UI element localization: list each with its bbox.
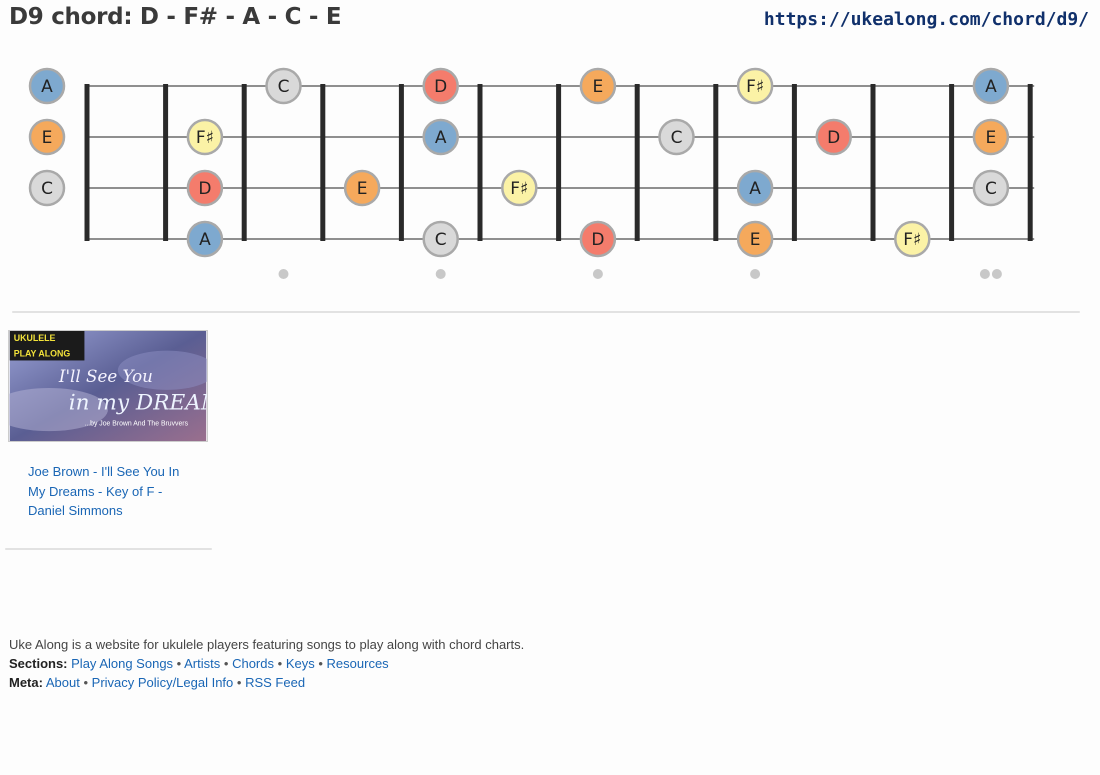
page-title: D9 chord: D - F# - A - C - E	[9, 4, 342, 30]
separator: •	[83, 675, 89, 690]
fret-wire	[1027, 84, 1033, 241]
fret-wire	[634, 84, 640, 241]
fret-wire	[477, 84, 483, 241]
link-privacy[interactable]: Privacy Policy/Legal Info	[92, 675, 234, 690]
site-url: https://ukealong.com/chord/d9/	[763, 9, 1089, 30]
note-label: A	[41, 77, 53, 97]
song-link[interactable]: Joe Brown - I'll See You In My Dreams - …	[28, 462, 188, 521]
fret-wire	[320, 84, 326, 241]
thumbnail-credit: ...by Joe Brown And The Bruvvers	[84, 420, 188, 427]
song-thumbnail[interactable]: UKULELE PLAY ALONG I'll See You in my DR…	[8, 330, 208, 442]
card-divider	[5, 548, 212, 550]
separator: •	[277, 656, 283, 671]
note-label: E	[42, 128, 53, 148]
note-label: C	[41, 179, 53, 199]
fretboard-diagram: A E C F♯ D A C E D A C F♯ E D C F♯ A E D F♯ A E C	[28, 67, 1035, 279]
footer-meta: Meta: About • Privacy Policy/Legal Info …	[9, 673, 524, 692]
note-label: A	[435, 128, 447, 148]
fret-marker-dot	[991, 269, 1002, 279]
footer-intro: Uke Along is a website for ukulele playe…	[9, 637, 525, 652]
note-label: A	[199, 230, 211, 250]
note-label: E	[986, 128, 997, 148]
link-chords[interactable]: Chords	[232, 656, 274, 671]
link-about[interactable]: About	[46, 675, 80, 690]
note-label: E	[750, 230, 761, 250]
fret-wire	[791, 84, 797, 241]
note-label: E	[357, 179, 368, 199]
meta-label: Meta:	[9, 675, 43, 690]
note-label: F♯	[510, 179, 528, 199]
link-play-along-songs[interactable]: Play Along Songs	[71, 656, 173, 671]
fret-wire	[556, 84, 562, 241]
link-resources[interactable]: Resources	[327, 656, 389, 671]
note-label: D	[434, 77, 447, 97]
note-label: A	[985, 77, 997, 97]
note-label: E	[593, 77, 604, 97]
fret-marker-dot	[435, 269, 446, 279]
note-label: D	[198, 179, 211, 199]
note-label: F♯	[196, 128, 214, 148]
link-rss-feed[interactable]: RSS Feed	[245, 675, 305, 690]
note-label: D	[827, 128, 840, 148]
fret-wire	[241, 84, 247, 241]
note-label: C	[278, 77, 290, 97]
thumbnail-logo-top: UKULELE	[14, 333, 56, 343]
note-label: C	[435, 230, 447, 250]
thumbnail-title-2: in my DREAMS	[69, 391, 208, 416]
note-label: F♯	[746, 77, 764, 97]
link-keys[interactable]: Keys	[286, 656, 315, 671]
thumbnail-logo-bottom: PLAY ALONG	[14, 349, 71, 359]
fret-marker-dot	[278, 269, 289, 279]
footer-sections: Sections: Play Along Songs • Artists • C…	[9, 654, 524, 673]
note-label: D	[591, 230, 604, 250]
separator: •	[236, 675, 242, 690]
nut	[84, 84, 90, 241]
fret-wire	[713, 84, 719, 241]
sections-label: Sections:	[9, 656, 68, 671]
separator: •	[318, 656, 323, 671]
note-label: A	[749, 179, 761, 199]
fret-marker-dot	[750, 269, 761, 279]
fret-wire	[949, 84, 955, 241]
fret-marker-dot	[979, 269, 990, 279]
separator: •	[223, 656, 229, 671]
separator: •	[176, 656, 182, 671]
footer: Uke Along is a website for ukulele playe…	[9, 635, 524, 692]
note-label: C	[985, 179, 997, 199]
divider	[12, 311, 1080, 313]
thumbnail-title-1: I'll See You	[58, 367, 153, 386]
fret-wire	[398, 84, 404, 241]
fret-wire	[870, 84, 876, 241]
page: D9 chord: D - F# - A - C - E https://uke…	[0, 0, 1100, 775]
note-label: C	[671, 128, 683, 148]
note-label: F♯	[903, 230, 921, 250]
link-artists[interactable]: Artists	[184, 656, 220, 671]
fret-marker-dot	[592, 269, 603, 279]
song-card[interactable]: UKULELE PLAY ALONG I'll See You in my DR…	[8, 330, 208, 521]
fret-wire	[163, 84, 169, 241]
